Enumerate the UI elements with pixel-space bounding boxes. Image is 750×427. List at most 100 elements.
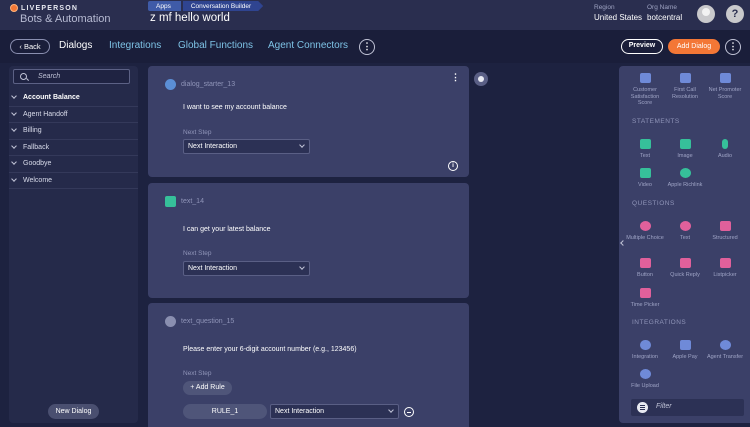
rule-next-step-select[interactable]: Next Interaction	[270, 404, 399, 419]
calendar-icon	[639, 288, 651, 298]
breadcrumb-apps[interactable]: Apps	[148, 1, 181, 11]
card-message[interactable]: I can get your latest balance	[183, 226, 271, 233]
palette-file-upload[interactable]: File Upload	[625, 369, 665, 390]
palette-label: File Upload	[631, 383, 659, 389]
card-message[interactable]: I want to see my account balance	[183, 104, 287, 111]
dialog-item-account-balance[interactable]: Account Balance	[9, 90, 138, 107]
new-dialog-button[interactable]: New Dialog	[48, 404, 99, 419]
card-menu-button[interactable]: ⋮	[451, 72, 460, 83]
card-message[interactable]: Please enter your 6-digit account number…	[183, 346, 357, 353]
back-label: Back	[23, 42, 41, 51]
settings-icon[interactable]	[474, 72, 488, 86]
palette-label: Time Picker	[630, 302, 660, 308]
card-header: dialog_starter_13	[165, 79, 235, 90]
next-step-label: Next Step	[183, 370, 212, 377]
palette-label: Net Promoter Score	[708, 87, 742, 100]
text-icon	[639, 139, 651, 149]
survey-icon	[639, 73, 651, 83]
link-icon	[679, 168, 691, 178]
interaction-card-text[interactable]: text_14 I can get your latest balance Ne…	[148, 183, 469, 298]
add-dialog-button[interactable]: Add Dialog	[668, 39, 720, 54]
liveperson-logo[interactable]: LIVEPERSON	[10, 4, 78, 12]
help-button[interactable]: ?	[726, 5, 744, 23]
tab-integrations[interactable]: Integrations	[109, 40, 161, 51]
palette-label: Video	[638, 182, 652, 188]
chevron-down-icon	[11, 142, 17, 149]
nav-more-button[interactable]: ⋮	[359, 39, 375, 55]
search-input[interactable]: Search	[13, 69, 130, 84]
palette-structured[interactable]: Structured	[705, 221, 745, 242]
chat-icon	[719, 340, 731, 350]
palette-video[interactable]: Video	[625, 168, 665, 189]
palette-time-picker[interactable]: Time Picker	[625, 288, 665, 309]
palette-text-question[interactable]: Text	[665, 221, 705, 242]
chevron-down-icon	[11, 175, 17, 182]
card-title: text_14	[181, 198, 204, 205]
next-step-label: Next Step	[183, 250, 212, 257]
tab-agent-connectors[interactable]: Agent Connectors	[268, 40, 348, 51]
palette-listpicker[interactable]: Listpicker	[705, 258, 745, 279]
palette-button[interactable]: Button	[625, 258, 665, 279]
next-step-label: Next Step	[183, 129, 212, 136]
chevron-down-icon	[11, 159, 17, 165]
quick-reply-icon	[679, 258, 691, 268]
info-icon[interactable]: i	[448, 161, 458, 171]
dialog-item-goodbye[interactable]: Goodbye	[9, 156, 138, 173]
dialog-item-agent-handoff[interactable]: Agent Handoff	[9, 107, 138, 123]
card-title: dialog_starter_13	[181, 81, 236, 88]
dialog-list: Account Balance Agent Handoff Billing Fa…	[9, 90, 138, 189]
palette-quick-reply[interactable]: Quick Reply	[665, 258, 705, 279]
palette-fcr[interactable]: First Call Resolution	[665, 73, 705, 100]
dialog-label: Welcome	[23, 176, 53, 184]
rule-name[interactable]: RULE_1	[183, 404, 267, 419]
chevron-down-icon	[11, 126, 17, 132]
tab-dialogs[interactable]: Dialogs	[59, 40, 92, 51]
filter-input[interactable]: Filter	[631, 399, 744, 416]
chevron-down-icon	[11, 93, 17, 99]
palette-label: Customer Satisfaction Score	[630, 87, 660, 106]
logo-icon	[10, 4, 18, 12]
next-step-select[interactable]: Next Interaction	[183, 261, 310, 276]
chevron-down-icon	[11, 109, 17, 116]
dialog-item-billing[interactable]: Billing	[9, 123, 138, 140]
palette-csat[interactable]: Customer Satisfaction Score	[625, 73, 665, 107]
breadcrumb-conversation-builder[interactable]: Conversation Builder	[183, 1, 263, 11]
palette-label: Multiple Choice	[626, 235, 664, 241]
interaction-card-dialog-starter[interactable]: dialog_starter_13 ⋮ I want to see my acc…	[148, 66, 469, 177]
more-options-button[interactable]: ⋮	[725, 39, 741, 55]
survey-icon	[719, 73, 731, 83]
back-button[interactable]: ‹ Back	[10, 39, 50, 54]
palette-multiple-choice[interactable]: Multiple Choice	[625, 221, 665, 242]
palette-integration[interactable]: Integration	[625, 340, 665, 361]
org-info: Org Name botcentral	[647, 4, 682, 22]
palette-text-statement[interactable]: Text	[625, 139, 665, 160]
interaction-card-text-question[interactable]: text_question_15 Please enter your 6-dig…	[148, 303, 469, 427]
palette-audio[interactable]: Audio	[705, 139, 745, 160]
add-rule-button[interactable]: + Add Rule	[183, 381, 232, 395]
palette-apple-pay[interactable]: Apple Pay	[665, 340, 705, 361]
dialog-item-welcome[interactable]: Welcome	[9, 173, 138, 189]
dialog-label: Agent Handoff	[23, 110, 68, 118]
palette-label: Listpicker	[713, 272, 737, 278]
filter-icon	[637, 402, 648, 413]
region-info: Region United States	[594, 4, 642, 22]
palette-apple-richlink[interactable]: Apple Richlink	[665, 168, 705, 189]
palette-agent-transfer[interactable]: Agent Transfer	[705, 340, 745, 361]
dialog-item-fallback[interactable]: Fallback	[9, 140, 138, 156]
filter-placeholder: Filter	[656, 403, 672, 410]
palette-label: Integration	[632, 354, 658, 360]
palette-label: Quick Reply	[670, 272, 700, 278]
product-name: Bots & Automation	[20, 13, 111, 25]
next-step-select[interactable]: Next Interaction	[183, 139, 310, 154]
avatar[interactable]	[697, 5, 715, 23]
region-value: United States	[594, 13, 643, 22]
palette-image[interactable]: Image	[665, 139, 705, 160]
image-icon	[679, 139, 691, 149]
remove-rule-icon[interactable]	[404, 407, 414, 417]
structured-icon	[719, 221, 731, 231]
tab-global-functions[interactable]: Global Functions	[178, 40, 253, 51]
top-header: LIVEPERSON Bots & Automation Apps Conver…	[0, 0, 750, 30]
palette-nps[interactable]: Net Promoter Score	[705, 73, 745, 100]
preview-button[interactable]: Preview	[621, 39, 663, 54]
search-icon	[20, 73, 27, 80]
